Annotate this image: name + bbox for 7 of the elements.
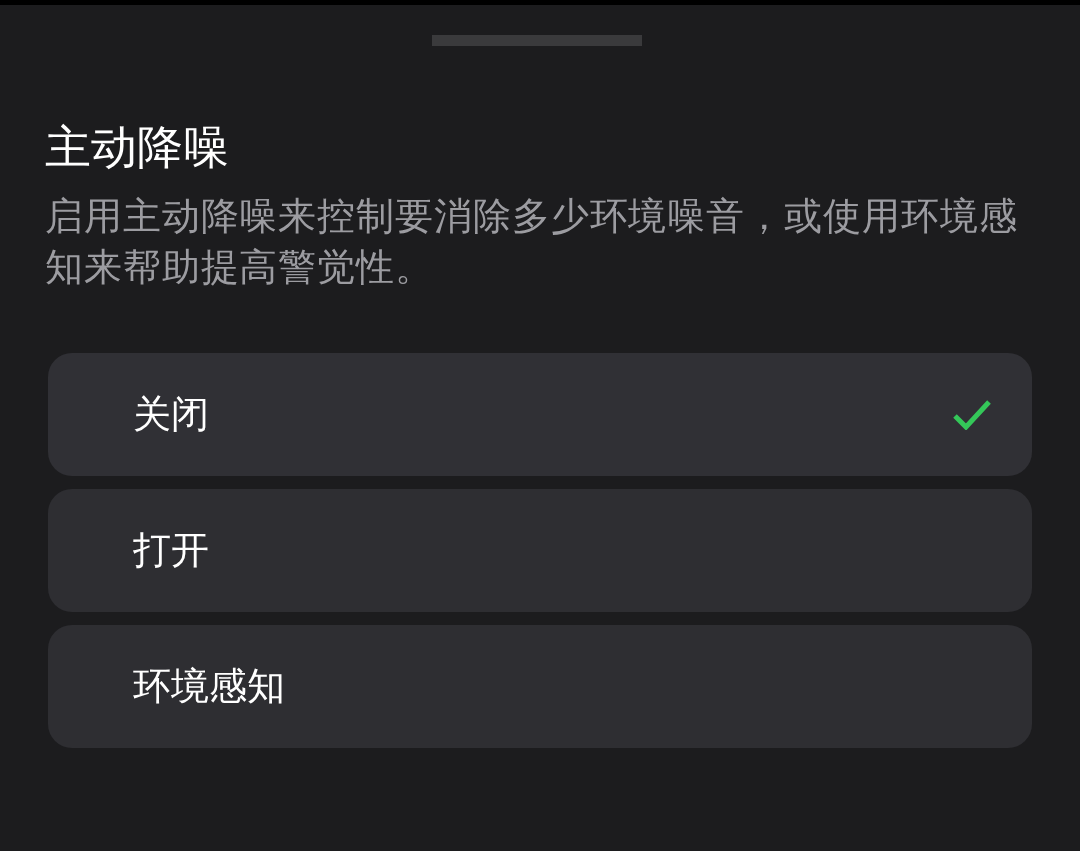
sheet-title: 主动降噪 (45, 119, 229, 175)
option-row[interactable]: 打开 (48, 489, 1032, 612)
checkmark-icon (952, 399, 992, 430)
option-row[interactable]: 关闭 (48, 353, 1032, 476)
option-row[interactable]: 环境感知 (48, 625, 1032, 748)
sheet-description: 启用主动降噪来控制要消除多少环境噪音，或使用环境感知来帮助提高警觉性。 (45, 193, 1019, 291)
drag-handle[interactable] (432, 35, 642, 46)
